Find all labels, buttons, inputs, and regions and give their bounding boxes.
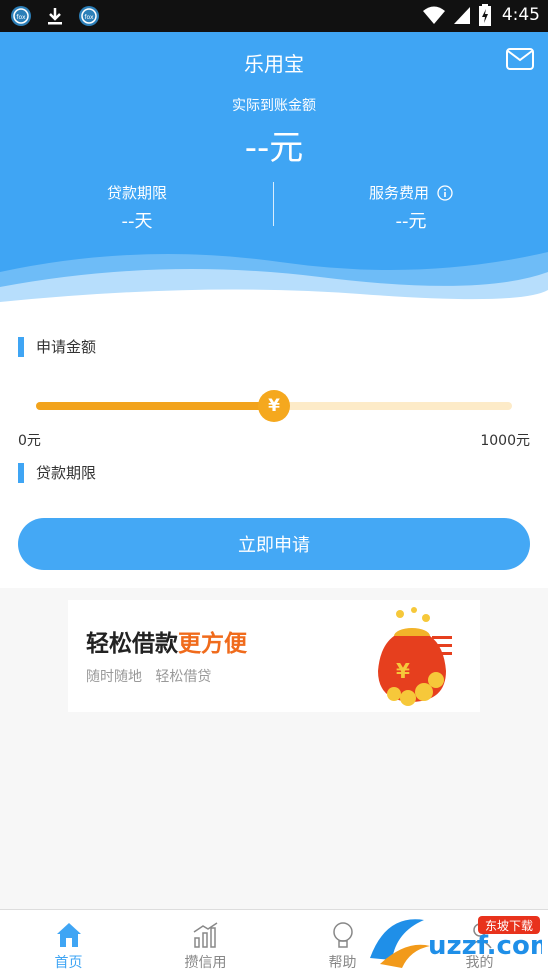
banner-headline-main: 轻松借款	[86, 631, 178, 657]
tab-label: 攒信用	[184, 955, 227, 971]
apply-amount-section: 申请金额	[18, 336, 96, 357]
banner-headline-highlight: 更方便	[178, 631, 247, 657]
wifi-icon	[422, 6, 445, 24]
banner-headline: 轻松借款更方便	[86, 624, 247, 658]
loan-term-title: 贷款期限	[36, 464, 97, 482]
fox-app-icon: fox	[11, 6, 31, 26]
amount-slider-thumb[interactable]: ¥	[258, 390, 290, 422]
section-marker	[18, 336, 24, 357]
signal-icon	[453, 7, 470, 24]
home-icon	[56, 923, 81, 947]
banner-subline: 随时随地 轻松借贷	[86, 669, 212, 685]
svg-text:fox: fox	[84, 14, 94, 21]
amount-slider-fill	[36, 402, 274, 410]
battery-charging-icon	[478, 4, 491, 26]
watermark-tag: 东坡下载	[485, 919, 533, 933]
fox-app-icon: fox	[79, 6, 99, 26]
loan-term-stat: 贷款期限 --天	[0, 182, 274, 233]
site-watermark: uzzf.com 东坡下载	[370, 916, 542, 968]
chart-icon	[193, 922, 217, 948]
clock: 4:45	[501, 5, 540, 25]
info-icon[interactable]	[437, 184, 453, 201]
page-title: 乐用宝	[244, 52, 304, 76]
loan-term-section: 贷款期限	[18, 462, 96, 483]
download-icon	[48, 8, 62, 25]
tab-label: 首页	[54, 955, 83, 971]
tab-label: 帮助	[328, 955, 357, 971]
money-bag-icon: ¥	[378, 607, 452, 706]
actual-amount-value: --元	[244, 128, 304, 168]
bag-yuan-symbol: ¥	[396, 659, 410, 683]
lightbulb-icon	[332, 922, 353, 948]
loan-term-value: --天	[121, 211, 153, 232]
service-fee-value: --元	[395, 211, 427, 232]
tab-home[interactable]: 首页	[0, 910, 137, 974]
status-bar: fox fox 4:45	[0, 0, 548, 32]
apply-now-button[interactable]: 立即申请	[18, 518, 530, 570]
summary-header: 乐用宝 实际到账金额 --元 贷款期限 --天 服务费用 --元	[0, 32, 548, 312]
actual-amount-label: 实际到账金额	[232, 98, 316, 114]
application-card: 申请金额 ¥ 0元 1000元 贷款期限 立即申请	[0, 312, 548, 588]
slider-max-label: 1000元	[480, 433, 530, 449]
service-fee-label: 服务费用	[368, 184, 429, 202]
apply-amount-title: 申请金额	[36, 338, 97, 356]
watermark-brand: uzzf.com	[428, 931, 542, 961]
slider-min-label: 0元	[18, 433, 41, 449]
tab-credit[interactable]: 攒信用	[137, 910, 274, 974]
promo-banner[interactable]: 轻松借款更方便 随时随地 轻松借贷 ¥	[68, 600, 480, 712]
section-marker	[18, 462, 24, 483]
loan-term-label: 贷款期限	[106, 184, 167, 202]
svg-text:fox: fox	[16, 14, 26, 21]
mail-icon[interactable]	[506, 48, 534, 70]
wave-decoration	[0, 252, 548, 312]
service-fee-stat: 服务费用 --元	[274, 182, 548, 233]
